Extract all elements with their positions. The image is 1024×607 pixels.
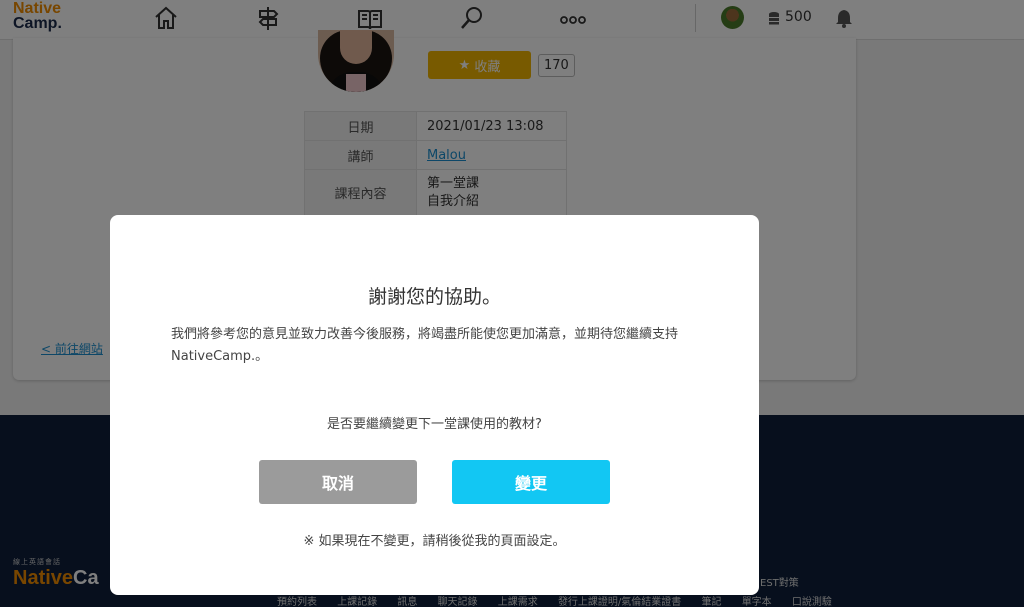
dialog-question: 是否要繼續變更下一堂課使用的教材? bbox=[327, 417, 542, 432]
dialog-message: 我們將參考您的意見並致力改善今後服務，將竭盡所能使您更加滿意，並期待您繼續支持N… bbox=[171, 327, 679, 364]
dialog-title: 謝謝您的協助。 bbox=[367, 286, 501, 308]
dialog-note: ※ 如果現在不變更，請稍後從我的頁面設定。 bbox=[303, 534, 566, 549]
confirm-change-dialog: 謝謝您的協助。 我們將參考您的意見並致力改善今後服務，將竭盡所能使您更加滿意，並… bbox=[110, 215, 759, 595]
cancel-button[interactable]: 取消 bbox=[259, 460, 417, 504]
change-button[interactable]: 變更 bbox=[452, 460, 610, 504]
